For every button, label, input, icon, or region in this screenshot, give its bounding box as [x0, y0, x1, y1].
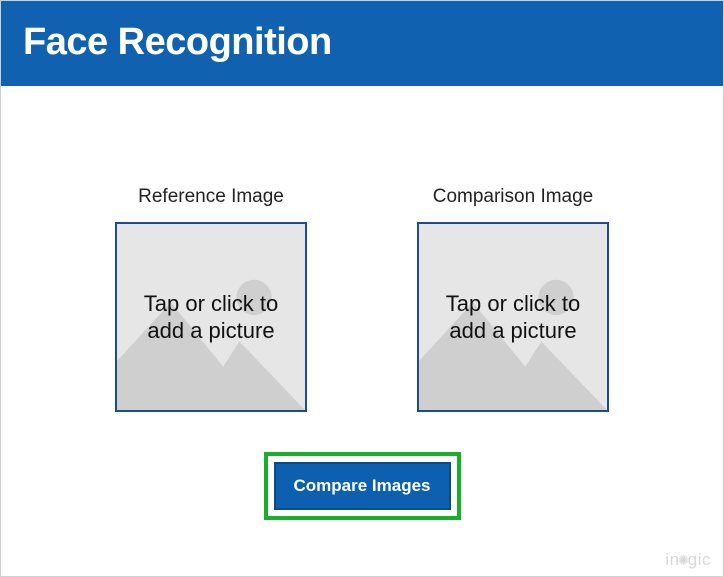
comparison-image-slot[interactable]: Tap or click to add a picture	[417, 222, 609, 412]
reference-image-slot[interactable]: Tap or click to add a picture	[115, 222, 307, 412]
main-content: Reference Image Tap or click to add a pi…	[1, 86, 723, 520]
reference-placeholder-text: Tap or click to add a picture	[117, 290, 305, 345]
image-panels-row: Reference Image Tap or click to add a pi…	[115, 186, 609, 412]
compare-images-button[interactable]: Compare Images	[274, 462, 451, 510]
watermark: in✺gic	[665, 550, 711, 570]
comparison-placeholder-text: Tap or click to add a picture	[419, 290, 607, 345]
comparison-panel: Comparison Image Tap or click to add a p…	[417, 186, 609, 412]
compare-button-highlight: Compare Images	[264, 452, 461, 520]
page-title: Face Recognition	[23, 21, 701, 64]
reference-label: Reference Image	[138, 186, 284, 208]
app-header: Face Recognition	[1, 1, 723, 86]
comparison-label: Comparison Image	[433, 186, 594, 208]
reference-panel: Reference Image Tap or click to add a pi…	[115, 186, 307, 412]
